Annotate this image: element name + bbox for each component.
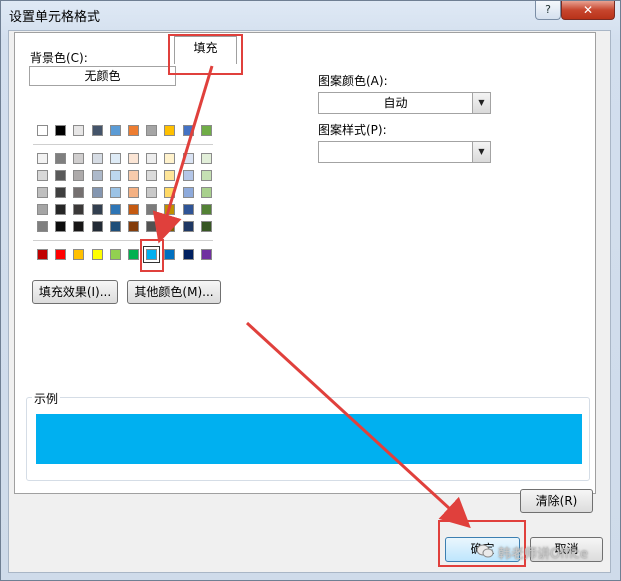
watermark-text: 韩老师讲Office <box>498 547 588 562</box>
wechat-logo-icon <box>476 544 494 558</box>
arrow-to-ok-icon <box>245 321 471 529</box>
annotation-arrows <box>152 65 471 529</box>
arrow-to-swatch-icon <box>152 65 214 244</box>
